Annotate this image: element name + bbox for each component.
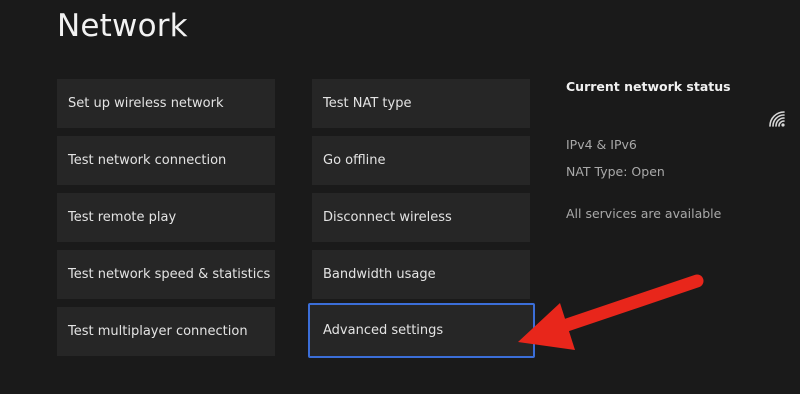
wifi-icon [769, 111, 785, 127]
menu-item-test-remote-play[interactable]: Test remote play [57, 193, 275, 242]
menu-item-test-nat-type[interactable]: Test NAT type [312, 79, 530, 128]
menu-item-set-up-wireless-network[interactable]: Set up wireless network [57, 79, 275, 128]
menu-item-go-offline[interactable]: Go offline [312, 136, 530, 185]
menu-item-test-network-connection[interactable]: Test network connection [57, 136, 275, 185]
page-title: Network [57, 8, 188, 44]
menu-item-test-multiplayer-connection[interactable]: Test multiplayer connection [57, 307, 275, 356]
menu-item-advanced-settings[interactable]: Advanced settings [308, 303, 535, 358]
menu-item-disconnect-wireless[interactable]: Disconnect wireless [312, 193, 530, 242]
menu-item-test-network-speed-statistics[interactable]: Test network speed & statistics [57, 250, 275, 299]
status-protocol: IPv4 & IPv6 [566, 137, 637, 152]
status-heading: Current network status [566, 79, 731, 94]
menu-item-bandwidth-usage[interactable]: Bandwidth usage [312, 250, 530, 299]
status-nat-type: NAT Type: Open [566, 164, 665, 179]
status-services: All services are available [566, 206, 722, 221]
